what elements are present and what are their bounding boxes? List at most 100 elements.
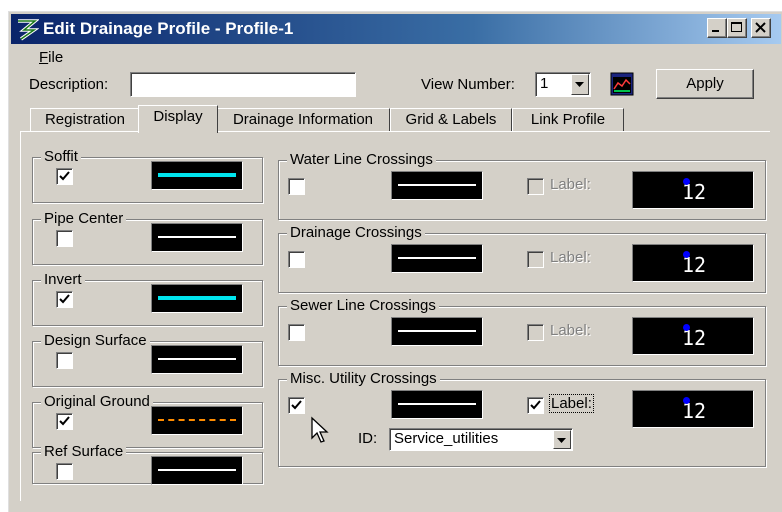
maximize-button[interactable] [727,18,747,38]
minimize-icon [712,30,719,32]
line-sample [158,358,236,360]
window-title: Edit Drainage Profile - Profile-1 [43,19,294,38]
checkbox-water-line-crossings[interactable] [288,178,305,195]
mouse-cursor-icon [311,416,329,443]
checkmark-icon [291,400,302,410]
label-option-text[interactable]: Label: [550,249,591,266]
line-sample [158,296,236,300]
minimize-button[interactable] [707,18,727,38]
group-title: Water Line Crossings [287,151,436,169]
group-title: Soffit [41,148,81,166]
group-soffit: Soffit [32,148,263,203]
misc-id-select[interactable]: Service_utilities [389,428,573,451]
line-sample [158,469,236,471]
line-style-swatch[interactable] [151,161,243,190]
group-water-line-crossings: Water Line Crossings Label: 12 [278,151,766,220]
checkbox-pipe-center[interactable] [56,230,73,247]
group-title: Original Ground [41,393,153,411]
group-title: Design Surface [41,332,150,350]
line-style-swatch[interactable] [151,223,243,252]
apply-button[interactable]: Apply [656,69,754,99]
line-style-swatch[interactable] [151,345,243,374]
line-sample [398,184,476,186]
group-sewer-line-crossings: Sewer Line Crossings Label: 12 [278,297,766,366]
label-style-preview[interactable]: 12 [632,244,754,282]
line-sample [398,403,476,405]
view-number-dropdown-button[interactable] [571,74,589,95]
group-pipe-center: Pipe Center [32,210,263,265]
checkbox-invert[interactable] [56,291,73,308]
misc-id-label: ID: [358,430,378,447]
chevron-down-icon [557,438,566,443]
label-style-preview[interactable]: 12 [632,171,754,209]
checkmark-icon [59,294,70,304]
checkbox-soffit[interactable] [56,168,73,185]
label-style-preview[interactable]: 12 [632,390,754,428]
label-option-text[interactable]: Label: [550,176,591,193]
line-style-swatch[interactable] [391,317,483,346]
tab-grid-labels[interactable]: Grid & Labels [390,108,512,131]
group-original-ground: Original Ground [32,393,263,448]
app-icon [18,19,39,41]
line-sample [398,330,476,332]
close-icon [755,22,766,33]
line-sample [158,236,236,238]
description-input[interactable] [130,72,356,97]
checkbox-misc-utility-crossings[interactable] [288,397,305,414]
label-style-preview[interactable]: 12 [632,317,754,355]
line-sample [398,257,476,259]
misc-id-dropdown-button[interactable] [553,430,571,449]
group-title: Misc. Utility Crossings [287,370,440,388]
tab-link-profile[interactable]: Link Profile [512,108,624,131]
line-style-swatch[interactable] [391,171,483,200]
checkmark-icon [59,416,70,426]
label-checkbox[interactable] [527,251,544,268]
line-sample [158,173,236,177]
description-label: Description: [29,76,109,93]
checkbox-ref-surface[interactable] [56,463,73,480]
group-title: Ref Surface [41,443,127,461]
tab-display[interactable]: Display [138,105,218,133]
tab-registration[interactable]: Registration [30,108,140,131]
view-number-value: 1 [540,75,549,92]
line-style-swatch[interactable] [391,244,483,273]
origin-dot-icon [683,178,690,185]
checkbox-drainage-crossings[interactable] [288,251,305,268]
close-button[interactable] [751,18,771,38]
group-ref-surface: Ref Surface [32,443,263,485]
view-number-select[interactable]: 1 [535,72,591,97]
line-sample [158,419,236,421]
label-checkbox[interactable] [527,397,544,414]
line-style-swatch[interactable] [151,406,243,435]
tab-drainage-information[interactable]: Drainage Information [216,108,390,131]
checkbox-original-ground[interactable] [56,413,73,430]
misc-id-value: Service_utilities [394,430,499,447]
checkbox-sewer-line-crossings[interactable] [288,324,305,341]
label-checkbox[interactable] [527,178,544,195]
view-window-icon[interactable] [610,72,634,96]
checkbox-design-surface[interactable] [56,352,73,369]
maximize-icon [731,22,742,32]
origin-dot-icon [683,251,690,258]
group-design-surface: Design Surface [32,332,263,387]
chevron-down-icon [575,82,584,87]
line-style-swatch[interactable] [151,456,243,485]
group-title: Sewer Line Crossings [287,297,439,315]
origin-dot-icon [683,324,690,331]
group-title: Drainage Crossings [287,224,425,242]
group-title: Pipe Center [41,210,127,228]
menu-bar: File [9,46,781,70]
group-drainage-crossings: Drainage Crossings Label: 12 [278,224,766,293]
checkmark-icon [530,400,541,410]
checkmark-icon [59,171,70,181]
view-number-label: View Number: [421,76,515,93]
origin-dot-icon [683,397,690,404]
label-option-text[interactable]: Label: [550,322,591,339]
line-style-swatch[interactable] [151,284,243,313]
title-bar[interactable]: Edit Drainage Profile - Profile-1 [11,14,781,44]
label-option-text[interactable]: Label: [549,394,594,413]
menu-file[interactable]: File [39,49,63,66]
label-checkbox[interactable] [527,324,544,341]
group-misc-utility-crossings: Misc. Utility Crossings Label: 12 [278,370,766,467]
line-style-swatch[interactable] [391,390,483,419]
